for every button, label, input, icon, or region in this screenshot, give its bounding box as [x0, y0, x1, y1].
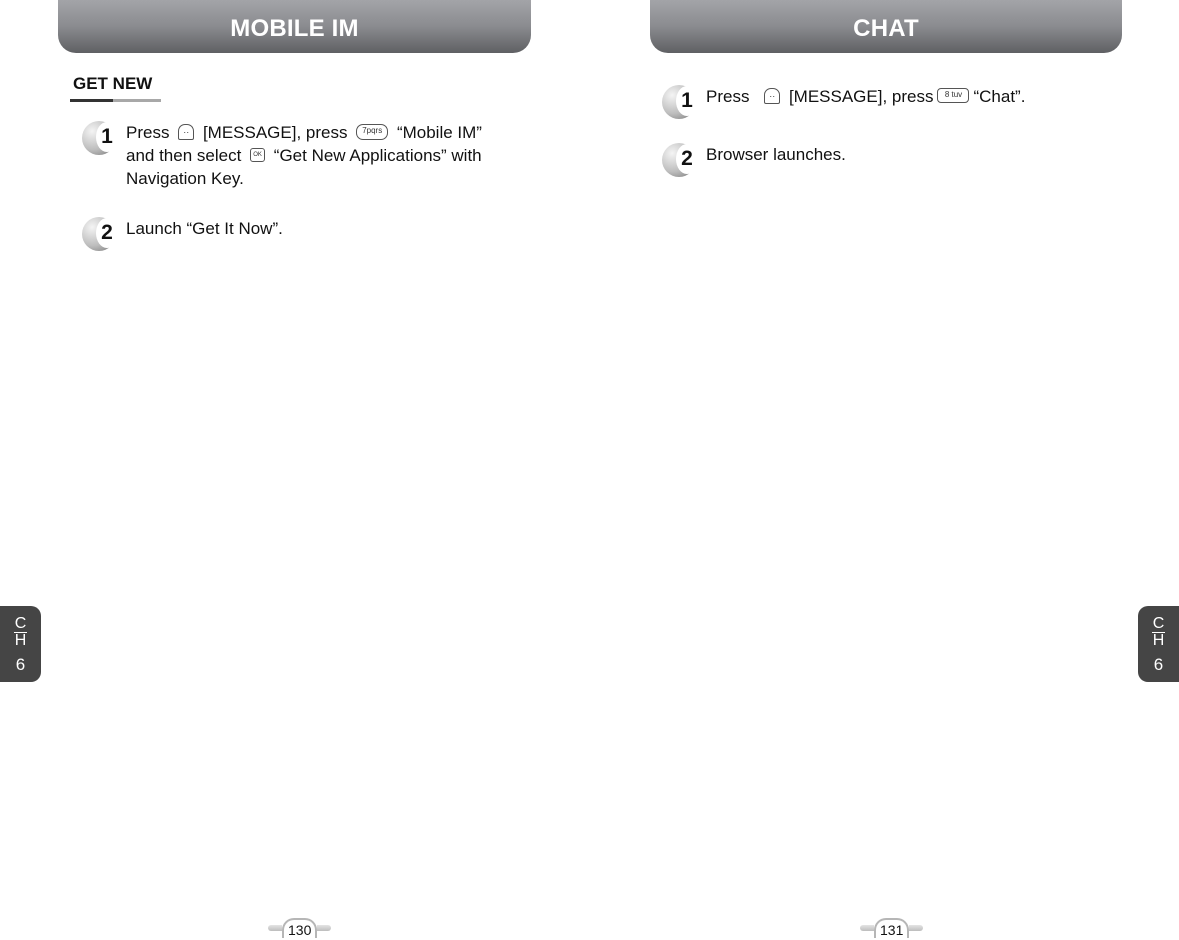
- chapter-tab: C H 6: [0, 606, 41, 682]
- step-2: 2 Browser launches.: [662, 143, 846, 177]
- header-title: MOBILE IM: [230, 14, 359, 42]
- eight-key-icon: 8 tuv: [937, 88, 970, 104]
- step-2: 2 Launch “Get It Now”.: [82, 217, 283, 251]
- step-number-badge: 1: [662, 85, 698, 119]
- page-number: 130: [268, 918, 332, 938]
- step-number-badge: 2: [662, 143, 698, 177]
- section-underline: [70, 99, 161, 102]
- page-header-mobile-im: MOBILE IM: [58, 0, 531, 53]
- page-number: 131: [860, 918, 924, 938]
- step-1: 1 Press ·· [MESSAGE], press 7pqrs “Mobil…: [82, 121, 482, 190]
- message-key-icon: ··: [178, 123, 195, 140]
- ok-key-icon: OK: [250, 147, 266, 162]
- step-text: Browser launches.: [706, 145, 846, 164]
- step-text: Press ·· [MESSAGE], press 7pqrs “Mobile …: [126, 123, 482, 188]
- chapter-tab: C H 6: [1138, 606, 1179, 682]
- step-text: Press ·· [MESSAGE], press 8 tuv “Chat”.: [706, 87, 1026, 106]
- step-number-badge: 2: [82, 217, 118, 251]
- step-number-badge: 1: [82, 121, 118, 155]
- seven-key-icon: 7pqrs: [356, 123, 389, 140]
- header-title: CHAT: [853, 14, 919, 42]
- step-1: 1 Press ·· [MESSAGE], press 8 tuv “Chat”.: [662, 85, 1025, 119]
- section-title-get-new: GET NEW: [73, 74, 153, 93]
- page-header-chat: CHAT: [650, 0, 1122, 53]
- message-key-icon: ··: [764, 87, 781, 104]
- step-text: Launch “Get It Now”.: [126, 219, 283, 238]
